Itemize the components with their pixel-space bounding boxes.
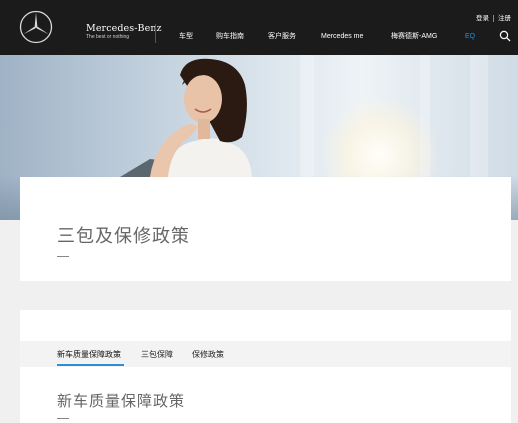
nav-item-mercedes-me[interactable]: Mercedes me	[321, 31, 363, 42]
section-divider	[57, 418, 69, 419]
section-title: 新车质量保障政策	[57, 392, 186, 410]
tab-new-car-quality[interactable]: 新车质量保障政策	[57, 350, 121, 360]
nav-item-eq[interactable]: EQ	[465, 31, 475, 42]
utility-links: 登录 注册	[476, 12, 511, 22]
title-divider	[57, 256, 69, 257]
search-icon[interactable]	[499, 30, 511, 42]
nav-item-customer-service[interactable]: 客户服务	[268, 31, 296, 42]
policy-tabs: 新车质量保障政策 三包保障 保修政策	[20, 341, 511, 367]
page-title: 三包及保修政策	[57, 226, 190, 247]
policy-content-card: 新车质量保障政策 三包保障 保修政策 新车质量保障政策	[20, 310, 511, 423]
woman-smiling-in-car-photo	[120, 58, 252, 177]
nav-item-models[interactable]: 车型	[179, 31, 193, 42]
register-link[interactable]: 注册	[498, 12, 511, 22]
tab-three-guarantees[interactable]: 三包保障	[141, 350, 173, 360]
login-link[interactable]: 登录	[476, 12, 489, 22]
title-card: 三包及保修政策	[20, 177, 511, 281]
utility-separator	[493, 14, 494, 22]
tab-warranty-policy[interactable]: 保修政策	[192, 350, 224, 360]
active-tab-indicator	[57, 364, 124, 366]
nav-item-amg[interactable]: 梅赛德斯-AMG	[391, 31, 437, 42]
site-header: Mercedes-Benz The best or nothing 登录 注册 车…	[0, 0, 518, 55]
main-nav: 车型 购车指南 客户服务 Mercedes me 梅赛德斯-AMG EQ	[0, 31, 518, 43]
nav-item-buying-guide[interactable]: 购车指南	[216, 31, 244, 42]
